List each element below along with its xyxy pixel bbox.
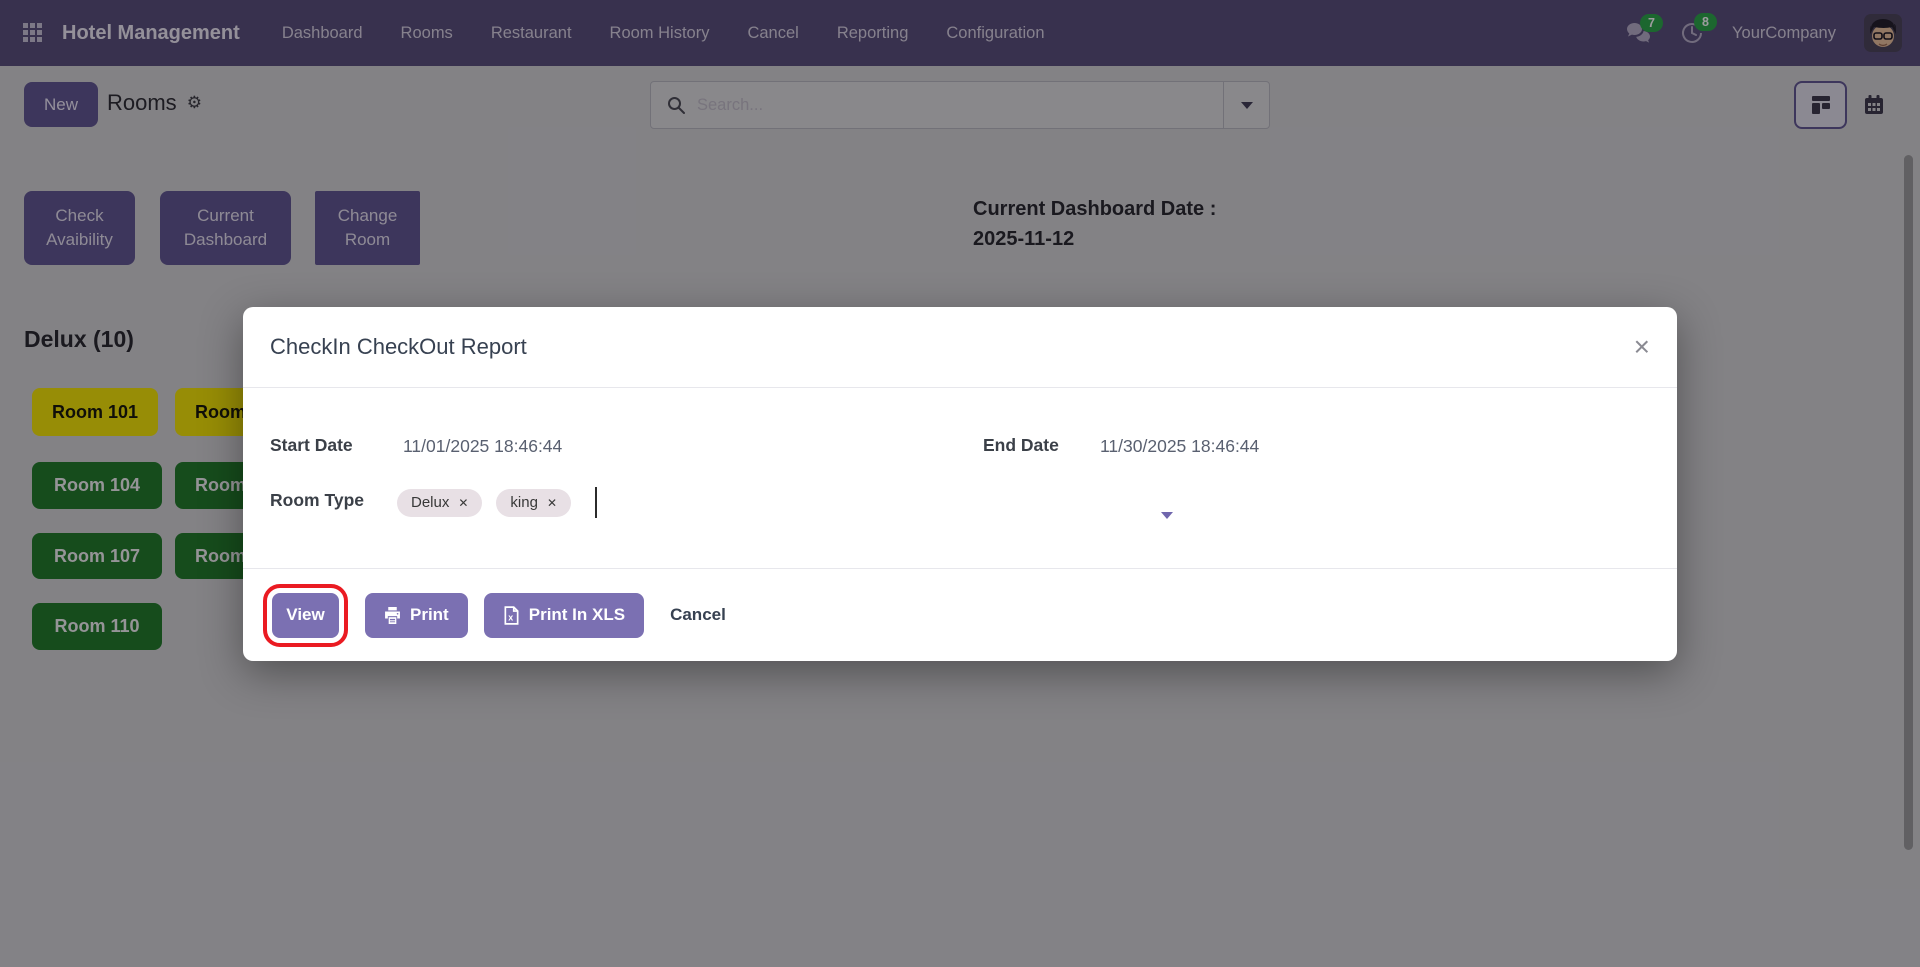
- print-button[interactable]: Print: [365, 593, 468, 638]
- end-date-label: End Date: [983, 435, 1059, 456]
- dialog-title: CheckIn CheckOut Report: [270, 334, 527, 360]
- tag-label: Delux: [411, 494, 449, 511]
- room-type-tags-input[interactable]: Delux ✕ king ✕: [397, 487, 597, 518]
- text-cursor: [595, 487, 597, 518]
- tag-label: king: [510, 494, 538, 511]
- tag-king: king ✕: [496, 489, 571, 517]
- tag-remove-icon[interactable]: ✕: [458, 496, 468, 510]
- dialog-header: CheckIn CheckOut Report ×: [243, 307, 1677, 388]
- checkin-checkout-report-dialog: CheckIn CheckOut Report × Start Date 11/…: [243, 307, 1677, 661]
- dialog-footer: View Print x Print In XLS Cancel: [243, 568, 1677, 661]
- start-date-label: Start Date: [270, 435, 353, 456]
- close-icon[interactable]: ×: [1634, 333, 1650, 361]
- tag-remove-icon[interactable]: ✕: [547, 496, 557, 510]
- room-type-label: Room Type: [270, 490, 364, 511]
- end-date-field[interactable]: 11/30/2025 18:46:44: [1100, 436, 1259, 457]
- view-button[interactable]: View: [272, 593, 339, 638]
- xls-file-icon: x: [503, 606, 520, 625]
- print-xls-button-label: Print In XLS: [529, 605, 625, 625]
- svg-text:x: x: [508, 612, 513, 622]
- tag-delux: Delux ✕: [397, 489, 482, 517]
- room-type-dropdown-icon[interactable]: [1161, 512, 1173, 519]
- print-button-label: Print: [410, 605, 449, 625]
- cancel-button[interactable]: Cancel: [670, 605, 726, 625]
- print-in-xls-button[interactable]: x Print In XLS: [484, 593, 644, 638]
- printer-icon: [384, 607, 401, 624]
- start-date-field[interactable]: 11/01/2025 18:46:44: [403, 436, 562, 457]
